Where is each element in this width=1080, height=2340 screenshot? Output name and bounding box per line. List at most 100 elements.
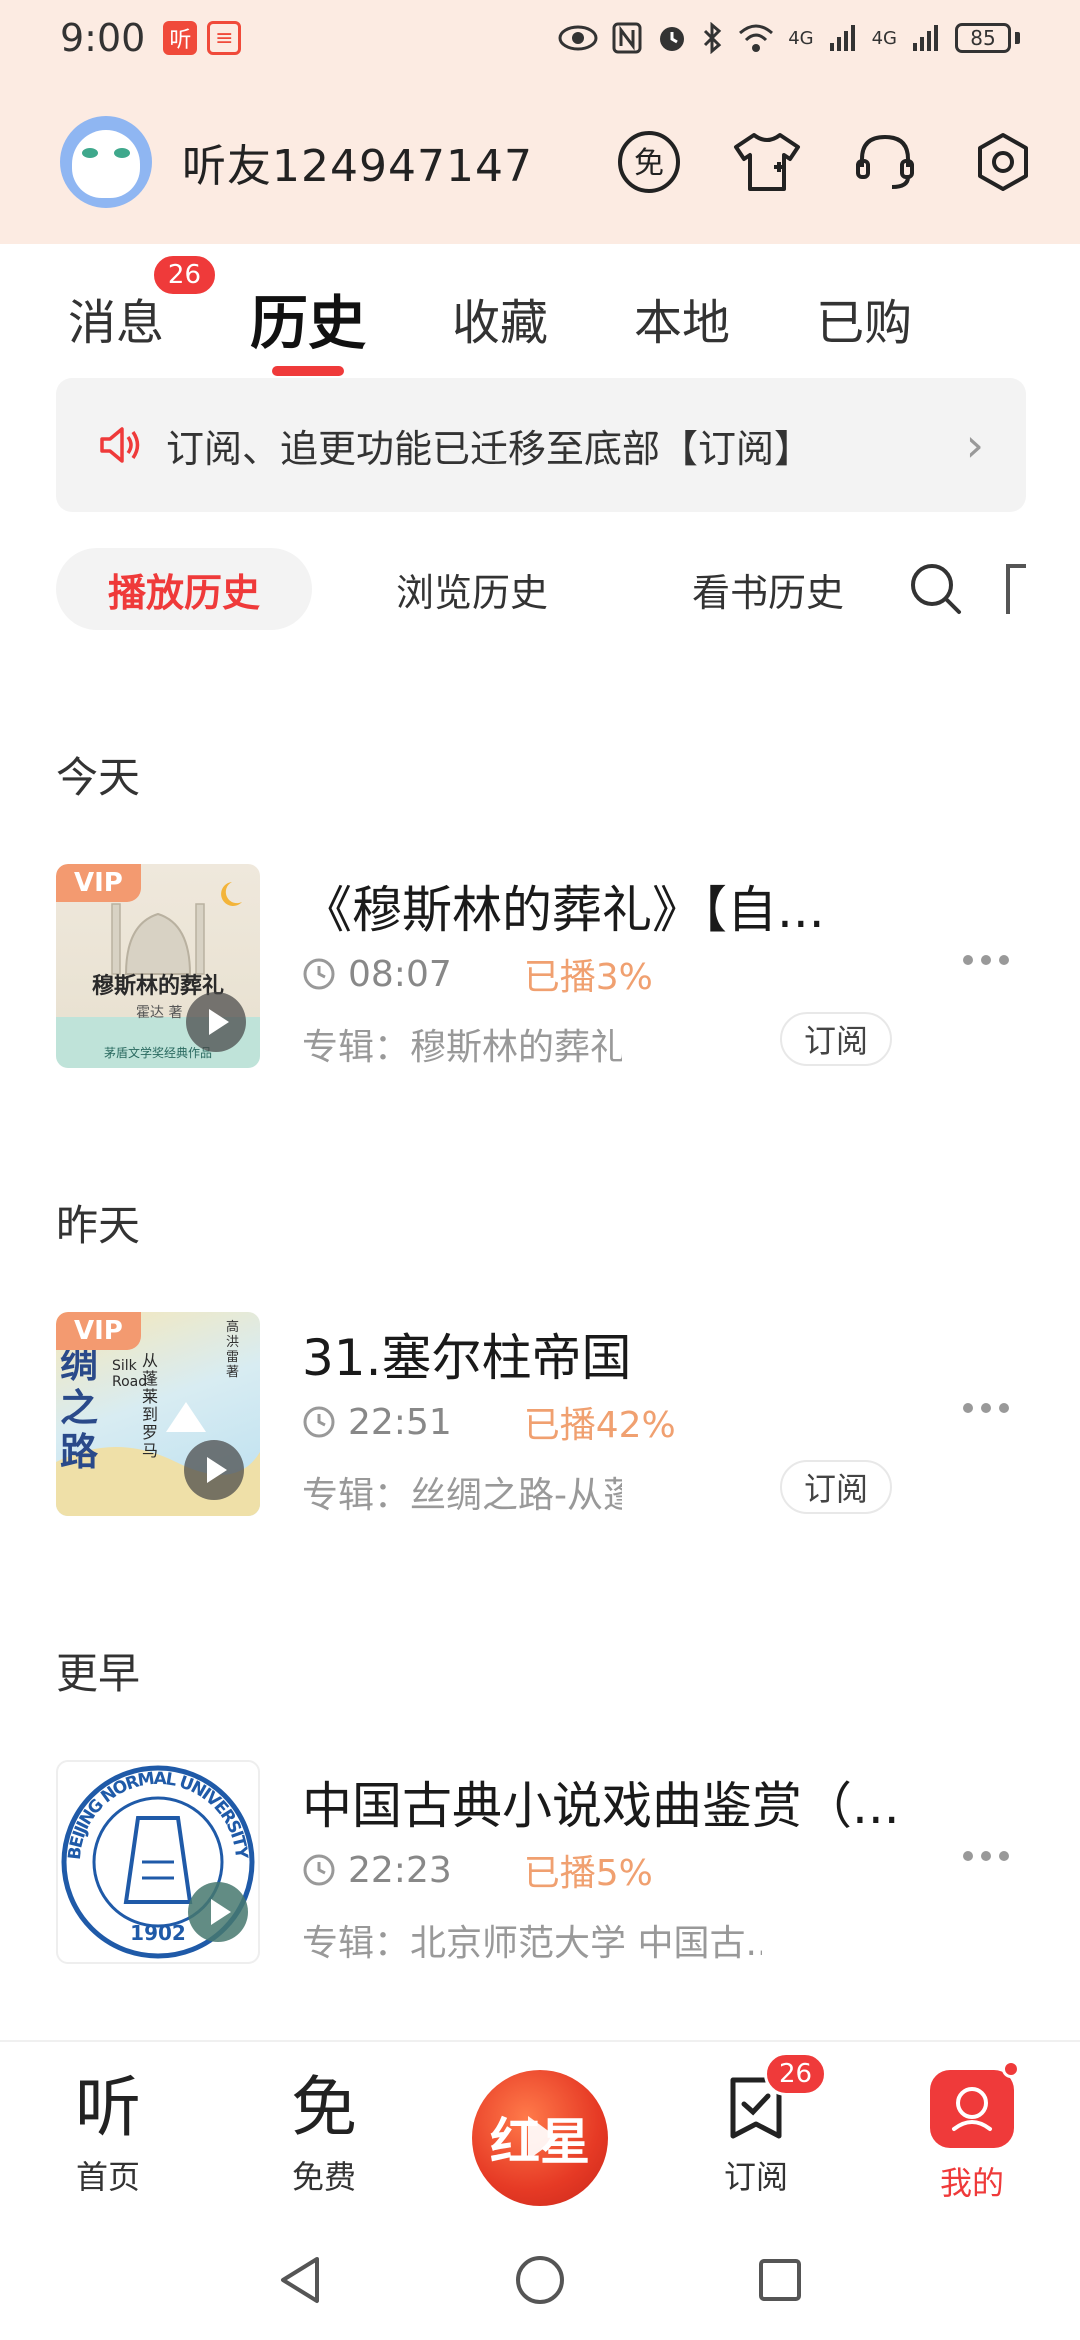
avatar-eye-left bbox=[82, 148, 98, 158]
track-title[interactable]: 《穆斯林的葬礼》【自... bbox=[302, 870, 942, 942]
customer-service-button[interactable] bbox=[848, 125, 922, 199]
section-label-earlier: 更早 bbox=[56, 1649, 141, 1698]
system-navigation-bar bbox=[0, 2220, 1080, 2340]
play-button[interactable] bbox=[186, 992, 246, 1052]
nav-now-playing[interactable]: 红星 bbox=[432, 2042, 648, 2222]
track-meta: 22:51 已播42% bbox=[302, 1398, 676, 1446]
track-title[interactable]: 中国古典小说戏曲鉴赏（... bbox=[302, 1766, 942, 1838]
clock-icon bbox=[303, 1854, 335, 1886]
play-button[interactable] bbox=[188, 1882, 248, 1942]
album-name[interactable]: 专辑：穆斯林的葬礼 | ... bbox=[302, 1018, 622, 1070]
tab-local[interactable]: 本地 bbox=[634, 283, 730, 353]
cover-title: 绸之路 bbox=[60, 1341, 99, 1474]
vip-badge: VIP bbox=[56, 1312, 141, 1350]
history-item[interactable]: BEIJING NORMAL UNIVERSITY 1902 中国古典小说戏曲鉴… bbox=[56, 1760, 1036, 1966]
tab-label: 收藏 bbox=[452, 295, 549, 351]
more-options-button[interactable] bbox=[946, 1836, 1026, 1876]
album-name[interactable]: 专辑：北京师范大学 中国古... bbox=[302, 1914, 762, 1966]
search-button[interactable] bbox=[904, 557, 968, 621]
speaker-icon bbox=[100, 427, 140, 463]
now-playing-disc[interactable]: 红星 bbox=[472, 2070, 608, 2206]
home-button[interactable] bbox=[510, 2250, 570, 2310]
play-progress: 已播42% bbox=[523, 1405, 676, 1446]
subscribe-button[interactable]: 订阅 bbox=[780, 1460, 893, 1514]
settings-button[interactable] bbox=[966, 125, 1040, 199]
username[interactable]: 听友124947147 bbox=[182, 130, 533, 194]
nav-subscriptions[interactable]: 26 订阅 bbox=[648, 2042, 864, 2222]
history-subtabs: 播放历史 浏览历史 看书历史 bbox=[56, 548, 1080, 630]
skin-button[interactable] bbox=[730, 125, 804, 199]
status-bar: 9:00 听 ≡ 4G 4G 85 bbox=[0, 0, 1080, 76]
play-button[interactable] bbox=[184, 1440, 244, 1500]
migration-notice[interactable]: 订阅、追更功能已迁移至底部【订阅】 › bbox=[56, 378, 1026, 512]
tab-history[interactable]: 历史 bbox=[250, 276, 367, 376]
cover-en: Silk Road bbox=[112, 1358, 148, 1390]
more-dot bbox=[999, 1403, 1009, 1413]
profile-actions: 免 bbox=[612, 125, 1040, 199]
unread-badge: 26 bbox=[150, 253, 219, 297]
more-dot bbox=[981, 1851, 991, 1861]
app-screen: 9:00 听 ≡ 4G 4G 85 听友124947147 免 消息 26 历史… bbox=[0, 0, 1080, 2340]
trash-icon[interactable] bbox=[1006, 564, 1027, 614]
play-progress: 已播5% bbox=[523, 1853, 653, 1894]
more-dot bbox=[999, 1851, 1009, 1861]
tab-label: 已购 bbox=[816, 295, 913, 351]
avatar-face bbox=[72, 130, 140, 198]
notice-text: 订阅、追更功能已迁移至底部【订阅】 bbox=[166, 426, 813, 471]
recents-button[interactable] bbox=[750, 2250, 810, 2310]
status-indicators: 4G 4G 85 bbox=[558, 22, 1020, 54]
album-name[interactable]: 专辑：丝绸之路-从蓬... bbox=[302, 1466, 622, 1518]
search-icon bbox=[911, 564, 962, 614]
free-icon: 免 bbox=[291, 2069, 357, 2146]
more-dot bbox=[963, 955, 973, 965]
album-cover[interactable]: VIP 穆斯林的葬礼 霍达 著 茅盾文学奖经典作品 bbox=[56, 864, 260, 1068]
nav-free[interactable]: 免 免费 bbox=[216, 2042, 432, 2222]
avatar-eye-right bbox=[114, 148, 130, 158]
ximalaya-app-icon: 听 bbox=[163, 21, 198, 55]
back-button[interactable] bbox=[270, 2250, 330, 2310]
nav-label: 免费 bbox=[291, 2158, 356, 2196]
nav-home[interactable]: 听 首页 bbox=[0, 2042, 216, 2222]
play-icon bbox=[528, 2116, 558, 2160]
top-tabs: 消息 26 历史 收藏 本地 已购 bbox=[0, 253, 1080, 376]
more-options-button[interactable] bbox=[946, 1388, 1026, 1428]
track-title[interactable]: 31.塞尔柱帝国 bbox=[302, 1318, 942, 1390]
bottom-navigation: 听 首页 免 免费 红星 26 订阅 我的 bbox=[0, 2040, 1080, 2220]
battery-tip bbox=[1015, 32, 1020, 44]
more-options-button[interactable] bbox=[946, 940, 1026, 980]
tab-label: 消息 bbox=[68, 295, 165, 351]
signal-icon-1 bbox=[829, 25, 855, 51]
more-dot bbox=[999, 955, 1009, 965]
alarm-icon bbox=[660, 27, 685, 51]
signal-icon-2 bbox=[913, 25, 938, 51]
tshirt-icon bbox=[734, 133, 800, 191]
bluetooth-icon bbox=[704, 22, 722, 54]
cover-author: 高洪雷 著 bbox=[226, 1320, 240, 1380]
tab-label: 历史 bbox=[250, 289, 367, 357]
nav-me[interactable]: 我的 bbox=[864, 2042, 1080, 2222]
tab-favorites[interactable]: 收藏 bbox=[452, 283, 548, 353]
history-item[interactable]: 绸之路 从蓬莱到罗马 Silk Road 高洪雷 著 VIP 31.塞尔柱帝国 … bbox=[56, 1312, 1036, 1518]
recents-icon bbox=[759, 2259, 801, 2301]
me-icon bbox=[930, 2060, 1020, 2148]
network-type-1: 4G bbox=[788, 27, 814, 49]
avatar[interactable] bbox=[60, 116, 152, 208]
album-cover[interactable]: 绸之路 从蓬莱到罗马 Silk Road 高洪雷 著 VIP bbox=[56, 1312, 260, 1516]
status-time: 9:00 bbox=[60, 16, 146, 60]
tab-purchased[interactable]: 已购 bbox=[816, 283, 912, 353]
subtab-browse-history[interactable]: 浏览历史 bbox=[344, 548, 600, 630]
album-cover[interactable]: BEIJING NORMAL UNIVERSITY 1902 bbox=[56, 1760, 260, 1964]
subtab-reading-history[interactable]: 看书历史 bbox=[640, 548, 896, 630]
subtab-play-history[interactable]: 播放历史 bbox=[56, 548, 313, 630]
wifi-icon bbox=[739, 24, 774, 52]
notification-app-icon: ≡ bbox=[207, 21, 242, 55]
subscribe-button[interactable]: 订阅 bbox=[780, 1012, 893, 1066]
nav-label: 我的 bbox=[939, 2164, 1004, 2202]
history-item[interactable]: VIP 穆斯林的葬礼 霍达 著 茅盾文学奖经典作品 《穆斯林的葬礼》【自... … bbox=[56, 864, 1036, 1070]
clock-icon bbox=[303, 958, 335, 990]
free-vip-button[interactable]: 免 bbox=[612, 125, 686, 199]
tab-messages[interactable]: 消息 26 bbox=[68, 253, 219, 353]
section-label-today: 今天 bbox=[56, 753, 141, 802]
tab-label: 本地 bbox=[634, 295, 731, 351]
home-circle-icon bbox=[516, 2256, 564, 2304]
